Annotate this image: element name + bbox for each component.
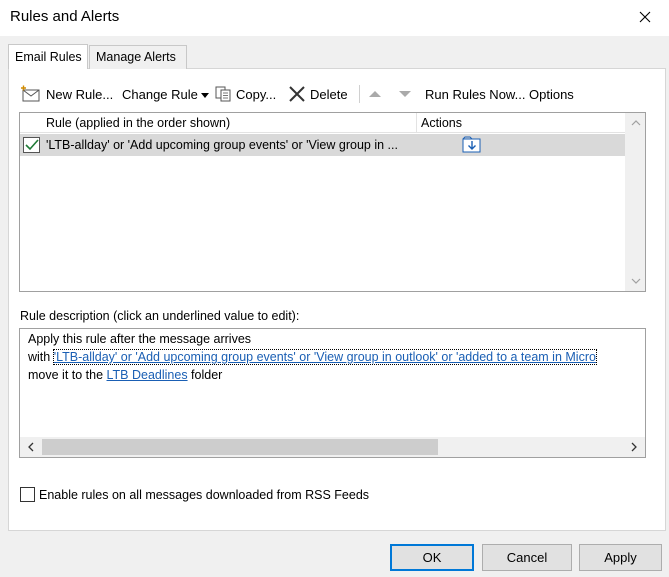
column-header-rule[interactable]: Rule (applied in the order shown) [20, 113, 417, 133]
new-rule-button[interactable]: New Rule... [20, 81, 113, 107]
scroll-right-arrow-icon[interactable] [624, 437, 644, 457]
copy-icon [214, 85, 232, 103]
delete-icon [288, 85, 306, 103]
toolbar-separator [359, 85, 360, 103]
rules-toolbar: New Rule... Change Rule Copy... Delete R… [14, 81, 654, 107]
run-rules-now-label: Run Rules Now... [425, 86, 526, 102]
copy-button[interactable]: Copy... [214, 81, 276, 107]
chevron-down-icon [200, 87, 209, 102]
tab-manage-alerts-label: Manage Alerts [96, 50, 176, 64]
description-line-1: Apply this rule after the message arrive… [28, 332, 252, 346]
column-header-actions[interactable]: Actions [418, 113, 625, 133]
rules-list-vertical-scrollbar[interactable] [625, 113, 645, 291]
new-rule-icon [20, 85, 42, 103]
rule-name: 'LTB-allday' or 'Add upcoming group even… [46, 138, 398, 152]
description-move-prefix: move it to the [28, 368, 107, 382]
options-button[interactable]: Options [529, 81, 574, 107]
scroll-down-arrow-icon[interactable] [626, 272, 646, 290]
rules-list-header: Rule (applied in the order shown) Action… [20, 113, 625, 133]
move-to-folder-icon [462, 136, 482, 157]
change-rule-label: Change Rule [122, 86, 198, 102]
description-move-suffix: folder [187, 368, 223, 382]
tab-email-rules[interactable]: Email Rules [8, 44, 88, 69]
cancel-button-label: Cancel [506, 550, 548, 565]
rule-enabled-checkbox[interactable] [23, 137, 40, 153]
cancel-button[interactable]: Cancel [482, 544, 572, 571]
new-rule-label: New Rule... [46, 86, 114, 102]
close-button[interactable] [631, 4, 659, 30]
delete-label: Delete [310, 86, 348, 102]
delete-button[interactable]: Delete [288, 81, 348, 107]
apply-button-label: Apply [604, 550, 637, 565]
description-line-2: with 'LTB-allday' or 'Add upcoming group… [28, 349, 597, 365]
move-up-button[interactable] [368, 81, 382, 107]
checkmark-icon [24, 139, 39, 151]
scroll-up-arrow-icon[interactable] [626, 114, 646, 132]
apply-button[interactable]: Apply [579, 544, 662, 571]
rss-rules-option[interactable]: Enable rules on all messages downloaded … [20, 487, 369, 502]
title-bar: Rules and Alerts [0, 0, 669, 36]
tab-email-rules-label: Email Rules [15, 50, 82, 64]
folder-link[interactable]: LTB Deadlines [107, 368, 188, 382]
rules-list: Rule (applied in the order shown) Action… [19, 112, 646, 292]
ok-button-label: OK [422, 550, 442, 565]
rule-description-label: Rule description (click an underlined va… [20, 309, 300, 323]
move-down-button[interactable] [398, 81, 412, 107]
rss-rules-label: Enable rules on all messages downloaded … [39, 487, 370, 502]
horizontal-scroll-thumb[interactable] [42, 439, 438, 455]
close-icon [639, 11, 651, 23]
scroll-left-arrow-icon[interactable] [21, 437, 41, 457]
rule-description-box: Apply this rule after the message arrive… [19, 328, 646, 458]
arrow-up-icon [368, 87, 382, 102]
window-title: Rules and Alerts [10, 8, 120, 25]
description-line-3: move it to the LTB Deadlines folder [28, 368, 222, 382]
run-rules-now-button[interactable]: Run Rules Now... [425, 81, 525, 107]
copy-label: Copy... [236, 86, 277, 102]
rule-row[interactable]: 'LTB-allday' or 'Add upcoming group even… [20, 134, 625, 156]
words-condition-link[interactable]: 'LTB-allday' or 'Add upcoming group even… [52, 349, 597, 365]
tab-manage-alerts[interactable]: Manage Alerts [89, 45, 187, 69]
description-horizontal-scrollbar[interactable] [20, 437, 645, 457]
arrow-down-icon [398, 87, 412, 102]
rss-rules-checkbox[interactable] [20, 487, 35, 502]
ok-button[interactable]: OK [390, 544, 474, 571]
change-rule-button[interactable]: Change Rule [122, 81, 209, 107]
options-label: Options [529, 86, 574, 102]
description-with-prefix: with [28, 350, 54, 364]
